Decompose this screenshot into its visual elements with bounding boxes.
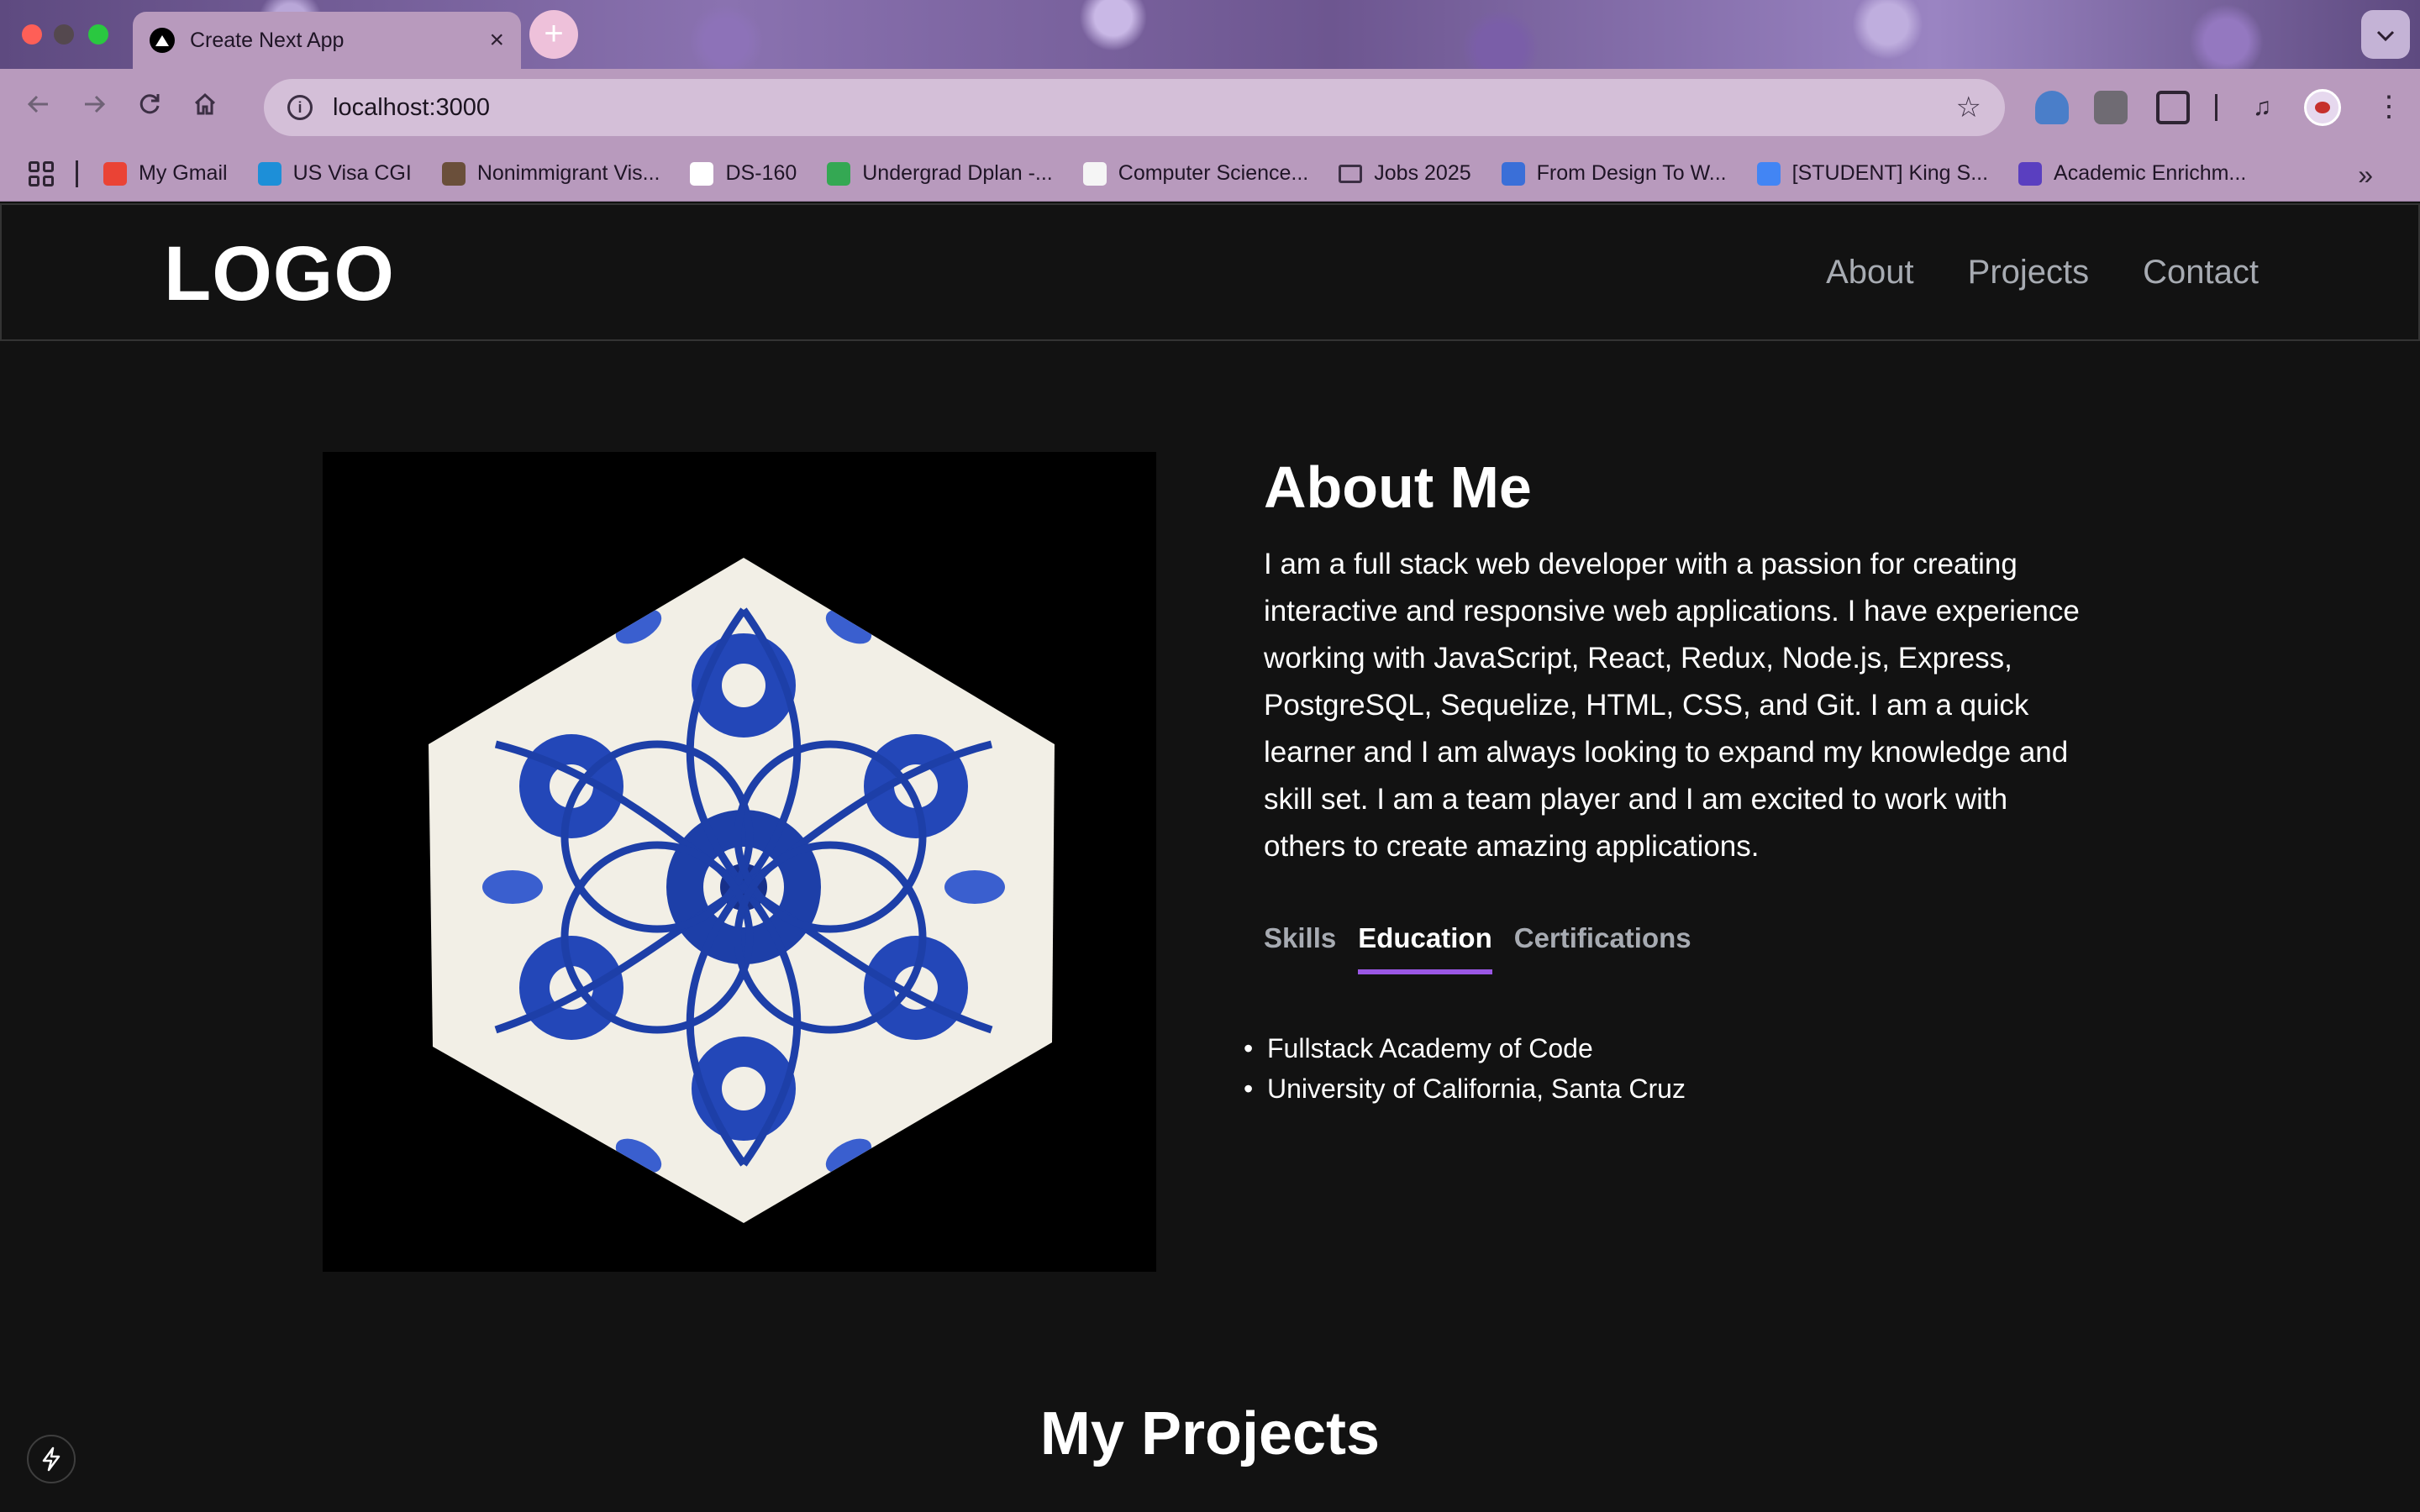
- bookmark-label: US Visa CGI: [292, 161, 412, 185]
- back-button[interactable]: [22, 91, 55, 124]
- bookmark-item[interactable]: Academic Enrichm...: [2018, 161, 2246, 186]
- bookmark-item[interactable]: Jobs 2025: [1339, 161, 1471, 186]
- flag-icon: [441, 161, 466, 186]
- lightning-bolt-icon: [42, 1446, 60, 1472]
- bookmark-item[interactable]: [STUDENT] King S...: [1756, 161, 1989, 186]
- sheets-icon: [827, 161, 851, 186]
- new-tab-button[interactable]: +: [529, 10, 578, 59]
- bookmark-label: My Gmail: [139, 161, 228, 185]
- folder-icon: [1339, 164, 1363, 183]
- tab-close-icon[interactable]: ×: [489, 28, 504, 53]
- about-section: About Me I am a full stack web developer…: [1244, 452, 2096, 1109]
- globe-icon: [1501, 161, 1525, 186]
- chevron-down-icon: [2376, 30, 2395, 42]
- nav-link-about[interactable]: About: [1826, 254, 1914, 291]
- bookmark-label: Academic Enrichm...: [2054, 161, 2247, 185]
- site-info-icon[interactable]: i: [287, 95, 313, 120]
- docs-icon: [1756, 161, 1781, 186]
- seal-icon: [690, 161, 714, 186]
- site-navbar: LOGO About Projects Contact: [0, 203, 2420, 341]
- browser-menu-icon[interactable]: ⋮: [2375, 92, 2403, 121]
- bookmark-label: Computer Science...: [1118, 161, 1309, 185]
- media-controls-icon[interactable]: ♫: [2245, 91, 2279, 124]
- hexagon-tile-image: [429, 558, 1055, 1223]
- bookmark-label: DS-160: [725, 161, 797, 185]
- close-window-button[interactable]: [22, 24, 42, 45]
- tab-title: Create Next App: [190, 28, 345, 52]
- profile-avatar[interactable]: [2304, 89, 2341, 126]
- about-tabs: Skills Education Certifications: [1264, 922, 2096, 974]
- bookmark-item[interactable]: From Design To W...: [1501, 161, 1727, 186]
- tab-skills[interactable]: Skills: [1264, 922, 1336, 974]
- arrow-left-icon: [27, 95, 48, 113]
- doc-icon: [1082, 161, 1107, 186]
- tab-certifications[interactable]: Certifications: [1514, 922, 1691, 974]
- list-item: Fullstack Academy of Code: [1244, 1028, 2096, 1068]
- about-title: About Me: [1264, 454, 1532, 520]
- nav-link-projects[interactable]: Projects: [1968, 254, 2090, 291]
- tab-search-button[interactable]: [2361, 10, 2410, 59]
- bookmarks-divider: [76, 160, 78, 187]
- bookmark-list: My Gmail US Visa CGI Nonimmigrant Vis... DS…: [103, 161, 2276, 186]
- projects-title: My Projects: [1039, 1400, 1381, 1467]
- bookmarks-bar: My Gmail US Visa CGI Nonimmigrant Vis... DS…: [0, 146, 2420, 202]
- reload-icon: [139, 94, 160, 114]
- home-icon: [194, 92, 216, 115]
- extensions-puzzle-icon[interactable]: [2156, 91, 2190, 124]
- bookmark-item[interactable]: Computer Science...: [1082, 161, 1309, 186]
- bookmark-item[interactable]: My Gmail: [103, 161, 228, 186]
- browser-toolbar: i localhost:3000 ☆ ♫ ⋮: [0, 69, 2420, 146]
- browser-tabstrip: Create Next App × +: [0, 0, 2420, 69]
- bookmark-item[interactable]: Nonimmigrant Vis...: [441, 161, 660, 186]
- bookmark-label: [STUDENT] King S...: [1791, 161, 1989, 185]
- apps-grid-icon[interactable]: [29, 160, 54, 186]
- about-image: [323, 452, 1156, 1272]
- bookmark-item[interactable]: Undergrad Dplan -...: [827, 161, 1053, 186]
- bookmark-label: From Design To W...: [1536, 161, 1727, 185]
- forward-button[interactable]: [77, 91, 111, 124]
- address-bar[interactable]: i localhost:3000 ☆: [264, 79, 2005, 136]
- reload-button[interactable]: [133, 91, 166, 124]
- minimize-window-button[interactable]: [54, 24, 74, 45]
- bookmark-star-icon[interactable]: ☆: [1956, 91, 1981, 124]
- gmail-icon: [103, 161, 127, 186]
- nextjs-favicon-icon: [150, 28, 175, 53]
- more-bookmarks-icon[interactable]: »: [2358, 160, 2373, 191]
- education-list: Fullstack Academy of Code University of …: [1244, 1028, 2096, 1109]
- site-nav-links: About Projects Contact: [1772, 254, 2259, 291]
- site-logo[interactable]: LOGO: [164, 230, 395, 318]
- maximize-window-button[interactable]: [88, 24, 108, 45]
- about-description: I am a full stack web developer with a p…: [1264, 548, 2080, 863]
- bookmark-label: Jobs 2025: [1374, 161, 1471, 185]
- arrow-right-icon: [85, 95, 106, 113]
- extension-slash-icon[interactable]: [2094, 91, 2128, 124]
- browser-tab[interactable]: Create Next App ×: [133, 12, 521, 69]
- bookmark-item[interactable]: DS-160: [690, 161, 797, 186]
- tab-education[interactable]: Education: [1358, 922, 1492, 974]
- bookmark-label: Nonimmigrant Vis...: [476, 161, 660, 185]
- extension-cloud-icon[interactable]: [2035, 91, 2069, 124]
- home-button[interactable]: [188, 91, 222, 124]
- toolbar-divider: [2215, 94, 2217, 121]
- list-item: University of California, Santa Cruz: [1244, 1068, 2096, 1109]
- url-text[interactable]: localhost:3000: [333, 94, 1956, 122]
- list-icon: [2018, 161, 2043, 186]
- bookmark-label: Undergrad Dplan -...: [862, 161, 1053, 185]
- nav-link-contact[interactable]: Contact: [2143, 254, 2259, 291]
- nextjs-dev-indicator[interactable]: [27, 1435, 76, 1483]
- cloud-icon: [257, 161, 281, 186]
- bookmark-item[interactable]: US Visa CGI: [257, 161, 412, 186]
